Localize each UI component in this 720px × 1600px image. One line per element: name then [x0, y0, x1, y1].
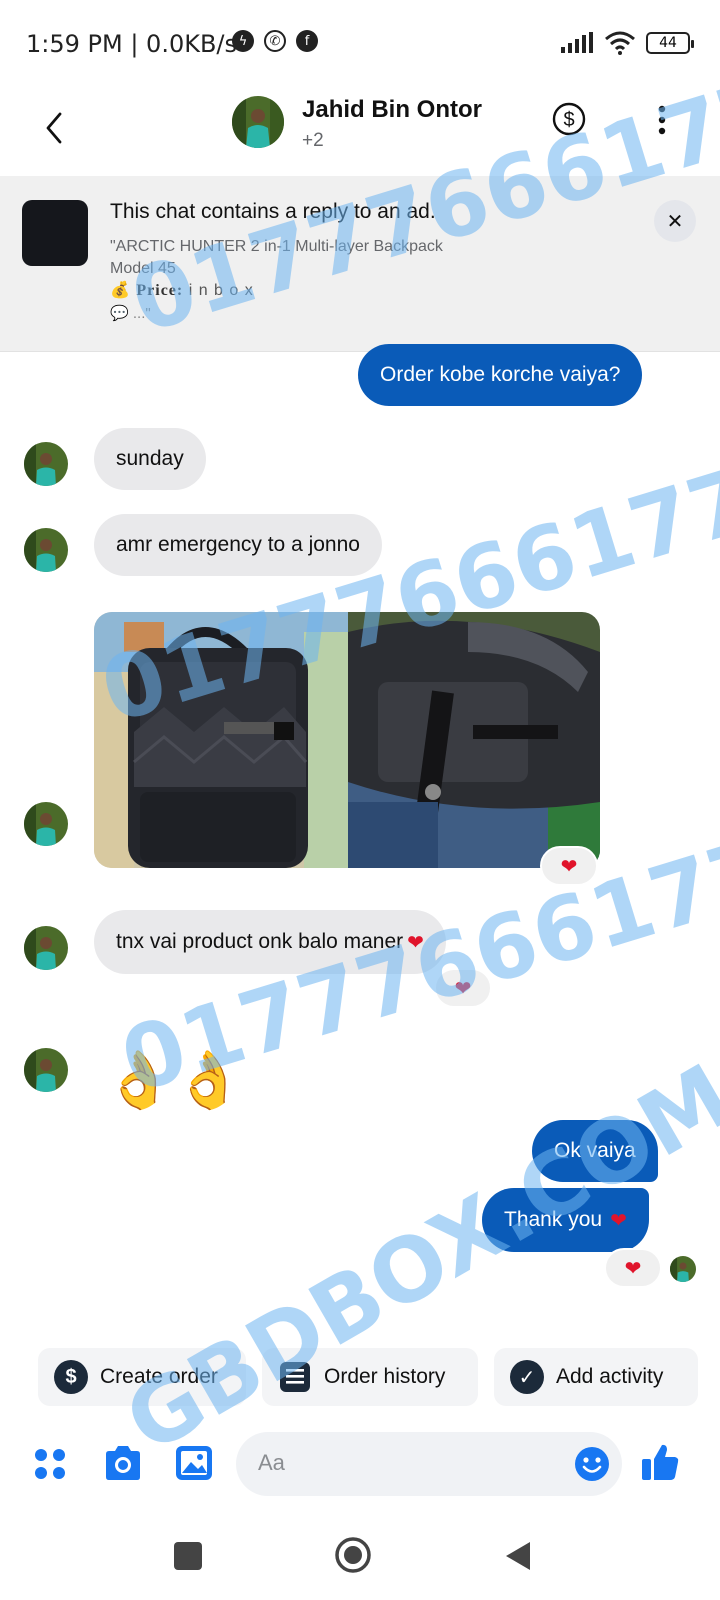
message-incoming[interactable]: amr emergency to a jonno — [94, 514, 382, 576]
message-outgoing[interactable]: Thank you ❤ — [482, 1188, 649, 1252]
menu-grid-icon[interactable] — [32, 1446, 68, 1482]
message-input-placeholder: Aa — [258, 1450, 285, 1475]
avatar[interactable] — [24, 1048, 68, 1092]
back-button[interactable] — [504, 1540, 532, 1572]
ad-reply-banner[interactable]: This chat contains a reply to an ad. "AR… — [0, 176, 720, 352]
system-icons: 44 — [560, 31, 694, 55]
create-order-button[interactable]: $ Create order — [38, 1348, 246, 1406]
avatar[interactable] — [232, 96, 284, 148]
create-order-label: Create order — [100, 1365, 218, 1388]
camera-icon[interactable] — [102, 1444, 144, 1482]
chat-header: Jahid Bin Ontor +2 $ — [0, 88, 720, 176]
svg-text:$: $ — [563, 109, 574, 131]
close-icon[interactable]: ✕ — [654, 200, 696, 242]
order-history-button[interactable]: Order history — [262, 1348, 478, 1406]
ad-title: This chat contains a reply to an ad. — [110, 200, 436, 223]
reaction-badge[interactable]: ❤ — [604, 1248, 662, 1288]
heart-emoji: ❤ — [610, 1209, 627, 1232]
emoji-message[interactable]: 👌👌 — [104, 1050, 243, 1110]
heart-icon: ❤ — [560, 855, 578, 878]
ad-more-text: ..." — [132, 305, 151, 322]
seen-avatar — [670, 1256, 696, 1282]
order-history-label: Order history — [324, 1365, 446, 1388]
message-input[interactable]: Aa — [236, 1432, 622, 1496]
add-activity-button[interactable]: ✓ Add activity — [494, 1348, 698, 1406]
wifi-icon — [605, 31, 635, 55]
ad-price: 💰 Price: i n b o x — [110, 280, 254, 300]
message-text: tnx vai product onk balo maner — [116, 930, 404, 953]
message-incoming[interactable]: tnx vai product onk balo maner ❤ — [94, 910, 446, 974]
whatsapp-icon: ✆ — [264, 30, 286, 52]
heart-icon: ❤ — [454, 977, 472, 1000]
ad-price-value: i n b o x — [188, 282, 254, 299]
reaction-badge[interactable]: ❤ — [540, 846, 598, 886]
notification-icons: ϟ ✆ f — [232, 30, 318, 52]
more-options-icon[interactable] — [652, 102, 672, 138]
message-incoming[interactable]: sunday — [94, 428, 206, 490]
ad-thumbnail — [22, 200, 88, 266]
reaction-badge[interactable]: ❤ — [434, 968, 492, 1008]
status-bar: 1:59 PM | 0.0KB/s ϟ ✆ f 44 — [0, 0, 720, 88]
avatar[interactable] — [24, 528, 68, 572]
message-outgoing[interactable]: Ok vaiya — [532, 1120, 658, 1182]
status-time: 1:59 PM | 0.0KB/s — [26, 30, 238, 58]
signal-icon — [561, 32, 593, 53]
emoji-icon[interactable] — [574, 1446, 610, 1482]
ad-description: "ARCTIC HUNTER 2 in-1 Multi-layer Backpa… — [110, 236, 510, 280]
ad-more: 💬 ..." — [110, 304, 151, 322]
checkmark-icon: ✓ — [510, 1360, 544, 1394]
contact-subtitle: +2 — [302, 130, 324, 151]
system-nav-bar — [0, 1516, 720, 1600]
heart-icon: ❤ — [624, 1257, 642, 1280]
home-button[interactable] — [334, 1536, 372, 1574]
facebook-icon: f — [296, 30, 318, 52]
messenger-icon: ϟ — [232, 30, 254, 52]
list-icon — [280, 1362, 310, 1392]
message-composer: Aa — [0, 1432, 720, 1502]
avatar[interactable] — [24, 802, 68, 846]
message-outgoing[interactable]: Order kobe korche vaiya? — [358, 344, 643, 406]
ad-description-line2: Model 45 — [110, 260, 176, 277]
add-activity-label: Add activity — [556, 1365, 664, 1388]
backpack-photo-front[interactable] — [94, 612, 350, 868]
ad-description-line1: "ARCTIC HUNTER 2 in-1 Multi-layer Backpa… — [110, 238, 443, 255]
ad-price-label: Price: — [136, 282, 184, 299]
avatar[interactable] — [24, 442, 68, 486]
recents-button[interactable] — [174, 1542, 202, 1570]
dollar-icon[interactable]: $ — [552, 102, 586, 136]
speech-bubble-icon: 💬 — [110, 305, 129, 322]
money-bag-icon: 💰 — [110, 282, 131, 299]
battery-icon: 44 — [646, 32, 694, 54]
avatar[interactable] — [24, 926, 68, 970]
gallery-icon[interactable] — [174, 1444, 214, 1482]
back-arrow-icon[interactable] — [36, 106, 72, 150]
message-text: Thank you — [504, 1208, 603, 1231]
contact-name[interactable]: Jahid Bin Ontor — [302, 96, 482, 124]
dollar-icon: $ — [54, 1360, 88, 1394]
heart-emoji: ❤ — [407, 931, 424, 954]
backpack-photo-side[interactable] — [348, 612, 600, 868]
thumbs-up-icon[interactable] — [640, 1442, 680, 1482]
